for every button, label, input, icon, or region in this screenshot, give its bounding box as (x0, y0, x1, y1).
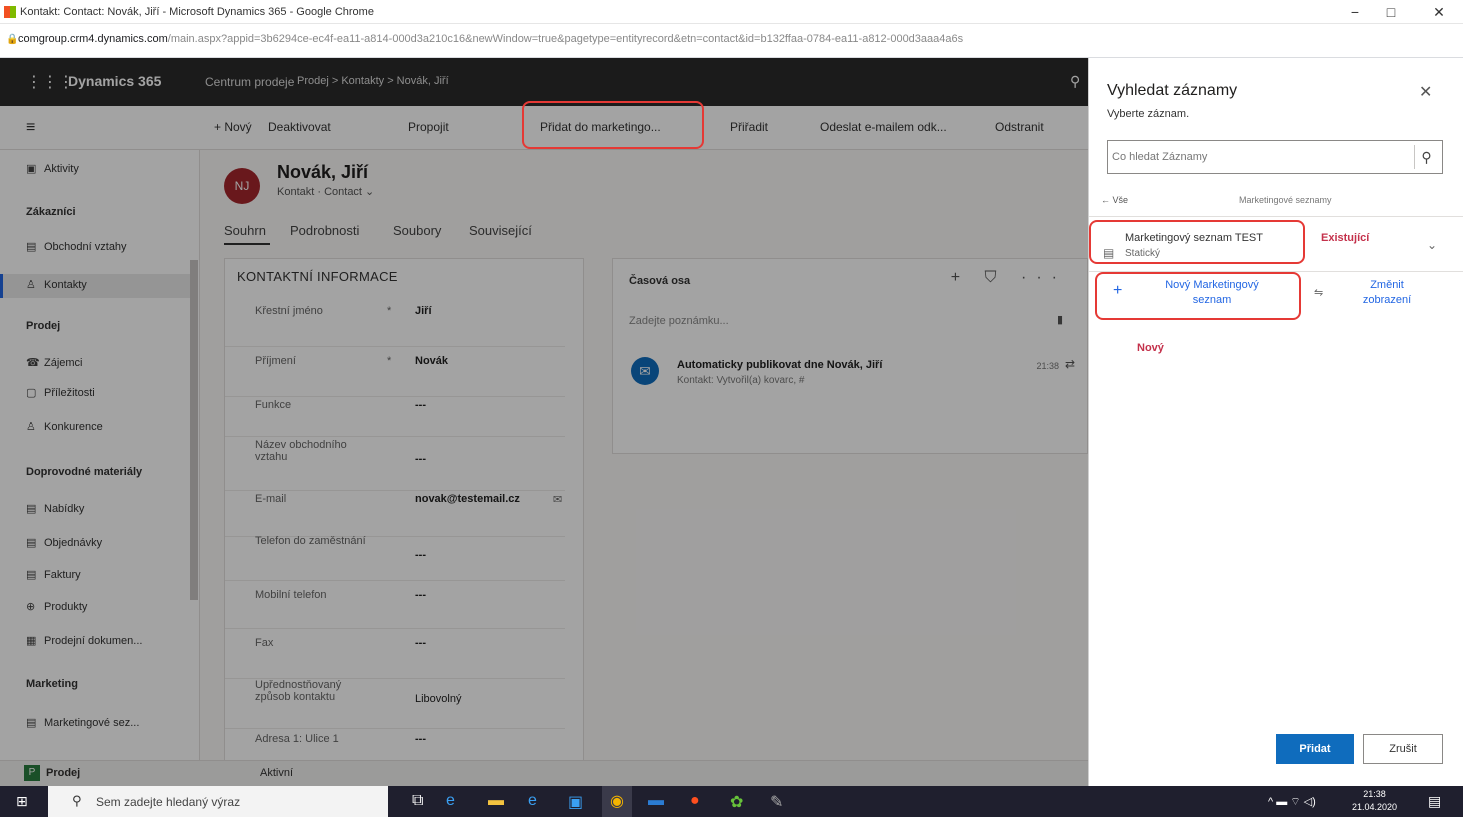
highlight-new-record (1095, 272, 1301, 320)
close-icon[interactable]: ✕ (1419, 82, 1432, 102)
existing-label: Existující (1321, 232, 1370, 244)
clock[interactable]: 21:38 21.04.2020 (1352, 788, 1397, 814)
panel-subtitle: Vyberte záznam. (1107, 108, 1190, 120)
divider (1089, 216, 1463, 217)
panel-title: Vyhledat záznamy (1107, 82, 1238, 99)
taskbar-search[interactable]: ⚲ Sem zadejte hledaný výraz (48, 786, 388, 817)
url-text[interactable]: comgroup.crm4.dynamics.com/main.aspx?app… (18, 33, 1198, 45)
view-icon[interactable]: ⇋ (1314, 286, 1323, 299)
dynamics-favicon-icon (4, 6, 16, 18)
modal-overlay[interactable] (0, 58, 1088, 786)
search-input[interactable] (1112, 145, 1408, 169)
change-view-button[interactable]: Změnit zobrazení (1347, 278, 1427, 308)
outlook-icon[interactable]: ▣ (568, 792, 583, 812)
url-path: /main.aspx?appid=3b6294ce-ec4f-ea11-a814… (167, 33, 964, 45)
browser-title: Kontakt: Contact: Novák, Jiří - Microsof… (20, 6, 374, 18)
search-icon[interactable]: ⚲ (1414, 145, 1438, 169)
highlight-add-marketing (522, 101, 704, 149)
close-window-button[interactable]: ✕ (1424, 3, 1454, 21)
category-label: Marketingové seznamy (1239, 195, 1332, 205)
browser-title-bar: Kontakt: Contact: Novák, Jiří - Microsof… (0, 0, 1463, 24)
lookup-panel: Vyhledat záznamy ✕ Vyberte záznam. ⚲ ← V… (1088, 58, 1463, 786)
firefox-icon[interactable]: ● (690, 792, 700, 810)
address-bar[interactable]: 🔒 comgroup.crm4.dynamics.com/main.aspx?a… (0, 24, 1463, 58)
highlight-record (1089, 220, 1305, 264)
lock-icon: 🔒 (6, 34, 19, 45)
ie-icon[interactable]: e (528, 792, 537, 810)
windows-taskbar: ⊞ ⚲ Sem zadejte hledaný výraz ⧉ e ▬ e ▣ … (0, 786, 1463, 817)
search-icon: ⚲ (72, 793, 82, 808)
chevron-down-icon[interactable]: ⌄ (1427, 238, 1437, 252)
search-field[interactable]: ⚲ (1107, 140, 1443, 174)
windows-start-icon[interactable]: ⊞ (16, 793, 28, 810)
url-host: comgroup.crm4.dynamics.com (18, 33, 168, 45)
app-icon[interactable]: ✿ (730, 792, 743, 812)
minimize-button[interactable]: − (1340, 3, 1370, 21)
cancel-button[interactable]: Zrušit (1363, 734, 1443, 764)
edge-icon[interactable]: e (446, 792, 455, 810)
maximize-button[interactable]: □ (1376, 3, 1406, 21)
system-tray[interactable]: ^ ▬ ⌔ ◁) (1268, 795, 1316, 809)
clock-time: 21:38 (1363, 789, 1386, 799)
word-icon[interactable]: ▬ (648, 792, 664, 810)
chrome-icon[interactable]: ◉ (602, 786, 632, 817)
back-all-link[interactable]: ← Vše (1101, 195, 1128, 205)
new-label: Nový (1137, 342, 1164, 354)
clock-date: 21.04.2020 (1352, 802, 1398, 812)
add-button[interactable]: Přidat (1276, 734, 1354, 764)
taskbar-search-placeholder: Sem zadejte hledaný výraz (96, 795, 241, 809)
file-explorer-icon[interactable]: ▬ (488, 792, 504, 810)
notification-icon[interactable]: ▤ (1428, 793, 1441, 810)
tool-icon[interactable]: ✎ (770, 792, 783, 812)
task-view-icon[interactable]: ⧉ (412, 792, 423, 810)
